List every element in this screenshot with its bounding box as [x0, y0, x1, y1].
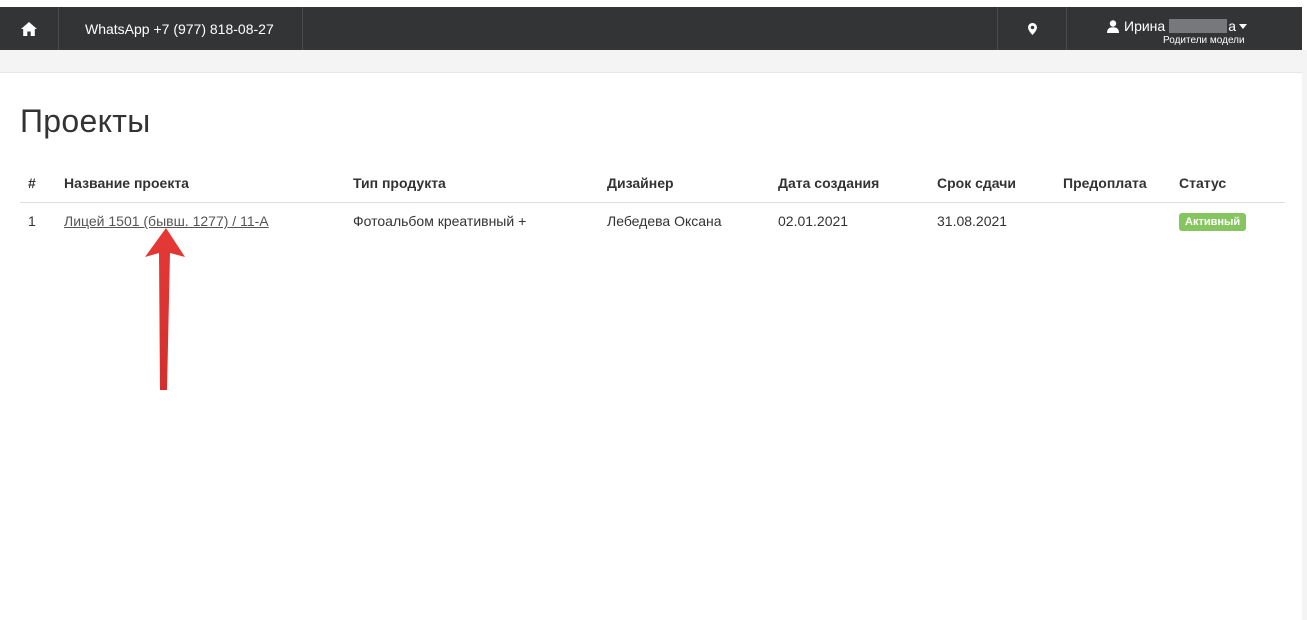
cell-deadline: 31.08.2021	[937, 213, 1008, 230]
header-created-date: Дата создания	[770, 168, 929, 203]
home-button[interactable]	[0, 7, 59, 50]
cell-status: Активный	[1171, 202, 1285, 240]
top-strip	[0, 0, 1307, 7]
header-deadline: Срок сдачи	[929, 168, 1055, 203]
page-header-band	[0, 50, 1307, 72]
user-name-tail: а	[1228, 18, 1236, 34]
main-content: Проекты # Название проекта Тип продукта …	[0, 72, 1307, 620]
top-navbar: WhatsApp +7 (977) 818-08-27 Ирина а Роди…	[0, 7, 1307, 50]
navbar-edge	[1302, 7, 1307, 50]
cell-created-date: 02.01.2021	[778, 213, 849, 230]
projects-table: # Название проекта Тип продукта Дизайнер…	[20, 168, 1285, 240]
user-role: Родители модели	[1163, 35, 1245, 46]
header-num: #	[20, 168, 56, 203]
header-prepayment: Предоплата	[1055, 168, 1171, 203]
page-title: Проекты	[20, 103, 151, 139]
home-icon	[21, 21, 37, 36]
cell-prepayment	[1055, 202, 1171, 240]
navbar-spacer	[303, 7, 997, 50]
whatsapp-contact[interactable]: WhatsApp +7 (977) 818-08-27	[59, 7, 303, 50]
cell-designer: Лебедева Оксана	[607, 213, 722, 230]
map-marker-icon	[1027, 22, 1037, 35]
location-button[interactable]	[997, 7, 1066, 50]
chevron-down-icon	[1238, 24, 1247, 29]
project-link[interactable]: Лицей 1501 (бывш. 1277) / 11-А	[64, 213, 269, 229]
header-product-type: Тип продукта	[345, 168, 599, 203]
user-name: Ирина а	[1107, 18, 1247, 34]
cell-num: 1	[28, 213, 36, 230]
table-header-row: # Название проекта Тип продукта Дизайнер…	[20, 168, 1285, 203]
right-edge-bar	[1302, 50, 1307, 620]
user-icon	[1107, 19, 1119, 33]
redacted-surname	[1169, 19, 1228, 33]
table-row: 1 Лицей 1501 (бывш. 1277) / 11-А Фотоаль…	[20, 202, 1285, 240]
user-first-name: Ирина	[1124, 18, 1166, 34]
status-badge: Активный	[1179, 212, 1247, 231]
cell-project-name: Лицей 1501 (бывш. 1277) / 11-А	[56, 202, 345, 240]
cell-product-type: Фотоальбом креативный +	[353, 213, 527, 230]
header-status: Статус	[1171, 168, 1285, 203]
user-menu[interactable]: Ирина а Родители модели	[1066, 7, 1302, 50]
header-project-name: Название проекта	[56, 168, 345, 203]
header-designer: Дизайнер	[599, 168, 770, 203]
